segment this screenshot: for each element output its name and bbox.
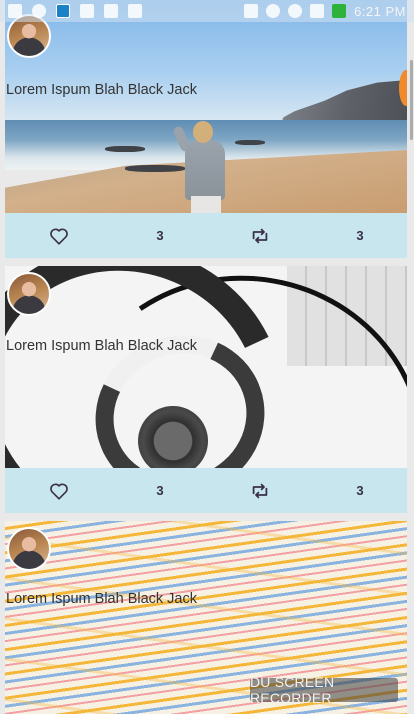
screen-recorder-icon — [56, 4, 70, 18]
avatar[interactable] — [7, 272, 51, 316]
heart-icon — [50, 228, 68, 245]
post-action-bar: 3 3 — [5, 213, 407, 258]
status-time: 6:21 PM — [354, 3, 406, 19]
heart-icon — [50, 483, 68, 500]
retweet-icon — [252, 483, 268, 498]
post-caption: Lorem Ispum Blah Black Jack — [6, 591, 197, 607]
post-card: Lorem Ispum Blah Black Jack 3 3 — [5, 0, 407, 258]
image-icon — [128, 4, 142, 18]
post-caption: Lorem Ispum Blah Black Jack — [6, 338, 197, 354]
spiral-staircase-photo[interactable]: Lorem Ispum Blah Black Jack — [5, 266, 407, 468]
like-count: 3 — [156, 483, 164, 498]
pause-icon — [104, 4, 118, 18]
post-action-bar: 3 3 — [5, 468, 407, 513]
retweet-count: 3 — [356, 483, 364, 498]
retweet-icon — [252, 228, 268, 243]
post-caption: Lorem Ispum Blah Black Jack — [6, 82, 197, 98]
signal-icon — [310, 4, 325, 18]
battery-charging-icon — [332, 4, 347, 18]
post-feed[interactable]: Lorem Ispum Blah Black Jack 3 3 Lorem Is… — [5, 0, 407, 714]
bluetooth-icon — [244, 4, 259, 18]
download-icon — [80, 4, 94, 18]
post-card: Lorem Ispum Blah Black Jack 3 3 — [5, 266, 407, 513]
retweet-button[interactable] — [249, 213, 271, 258]
like-button[interactable] — [47, 468, 71, 513]
retweet-count: 3 — [356, 228, 364, 243]
beach-photo[interactable]: Lorem Ispum Blah Black Jack — [5, 0, 407, 213]
status-bar: 6:21 PM — [0, 0, 414, 22]
app-notification-icon — [32, 4, 46, 18]
scrollbar[interactable] — [410, 60, 413, 140]
alarm-icon — [266, 4, 281, 18]
like-button[interactable] — [47, 213, 71, 258]
avatar[interactable] — [7, 527, 51, 571]
notification-icon — [8, 4, 22, 18]
screen: 6:21 PM Lorem Ispum Blah Black Jack 3 3 … — [0, 0, 414, 714]
retweet-button[interactable] — [249, 468, 271, 513]
screen-recorder-watermark: DU SCREEN RECORDER — [250, 674, 398, 706]
like-count: 3 — [156, 228, 164, 243]
wifi-icon — [288, 4, 303, 18]
